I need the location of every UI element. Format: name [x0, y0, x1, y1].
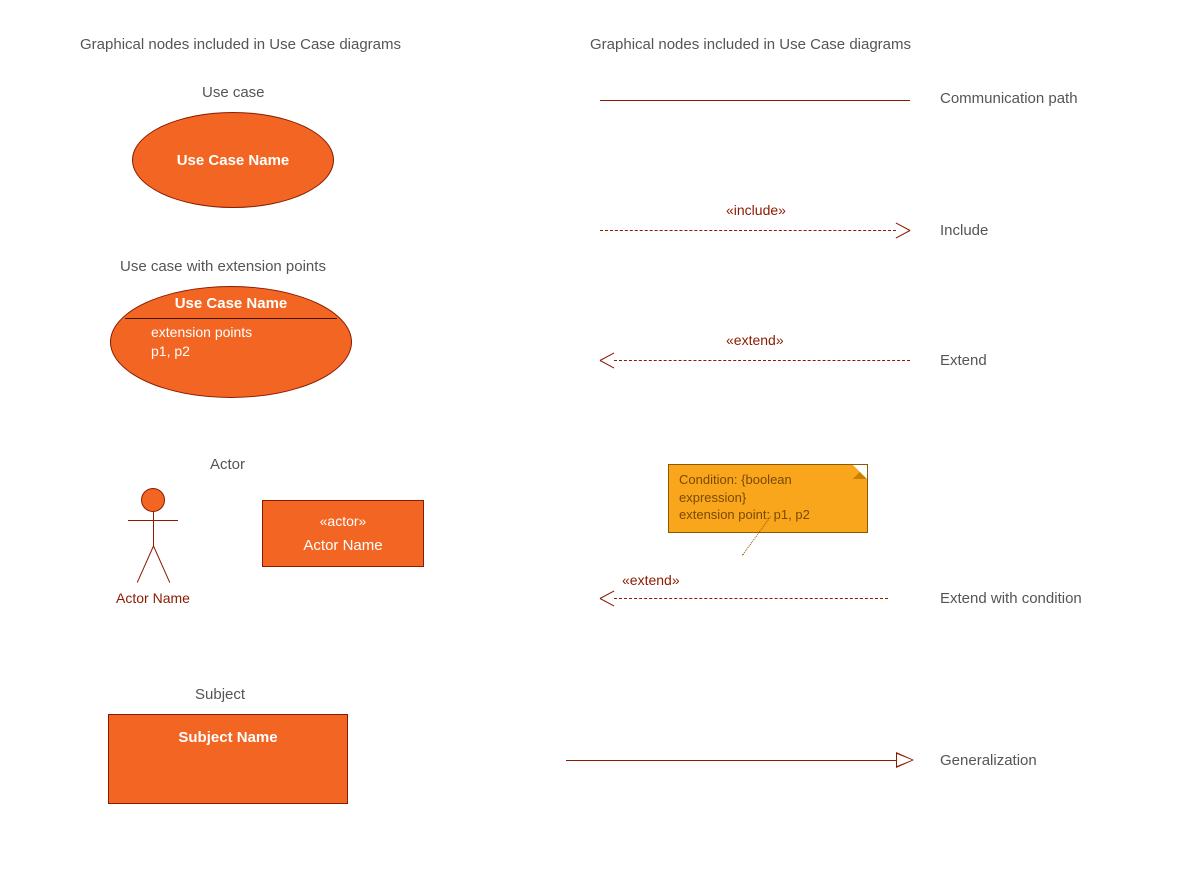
actor-stick-caption: Actor Name — [108, 590, 198, 606]
label-use-case: Use case — [202, 84, 265, 101]
include-stereotype: «include» — [726, 202, 786, 218]
label-generalization: Generalization — [940, 752, 1037, 769]
communication-path-line — [600, 100, 910, 101]
use-case-ext-points-list: p1, p2 — [151, 342, 311, 361]
heading-right: Graphical nodes included in Use Case dia… — [590, 36, 911, 53]
use-case-ext-points-label: extension points — [151, 323, 311, 342]
extend-cond-stereotype: «extend» — [622, 572, 680, 588]
condition-note-line1: Condition: {boolean — [679, 471, 857, 489]
condition-note-line3: extension point: p1, p2 — [679, 506, 857, 524]
actor-stereotype: «actor» — [263, 513, 423, 529]
generalization-line — [566, 760, 896, 761]
use-case-ellipse: Use Case Name — [132, 112, 334, 208]
generalization-arrow-icon — [896, 752, 914, 768]
actor-body-line — [153, 512, 154, 546]
use-case-ext-name: Use Case Name — [111, 287, 351, 318]
label-extend-with-condition: Extend with condition — [940, 590, 1082, 607]
label-communication-path: Communication path — [940, 90, 1078, 107]
label-use-case-ext: Use case with extension points — [120, 258, 326, 275]
label-subject: Subject — [195, 686, 245, 703]
label-include: Include — [940, 222, 988, 239]
subject-name: Subject Name — [178, 729, 277, 746]
actor-arms-line — [128, 520, 178, 521]
use-case-ext-ellipse: Use Case Name extension points p1, p2 — [110, 286, 352, 398]
actor-head-icon — [141, 488, 165, 512]
label-actor: Actor — [210, 456, 245, 473]
extend-stereotype: «extend» — [726, 332, 784, 348]
label-extend: Extend — [940, 352, 987, 369]
actor-rect-name: Actor Name — [263, 537, 423, 554]
extend-cond-dashed-line — [614, 598, 888, 599]
extend-dashed-line — [614, 360, 910, 361]
actor-rect: «actor» Actor Name — [262, 500, 424, 567]
condition-note: Condition: {boolean expression} extensio… — [668, 464, 868, 533]
include-dashed-line — [600, 230, 896, 231]
use-case-name: Use Case Name — [133, 113, 333, 207]
heading-left: Graphical nodes included in Use Case dia… — [80, 36, 401, 53]
condition-note-line2: expression} — [679, 489, 857, 507]
actor-legs — [128, 546, 178, 582]
actor-stick-figure: Actor Name — [118, 488, 188, 606]
subject-rect: Subject Name — [108, 714, 348, 804]
